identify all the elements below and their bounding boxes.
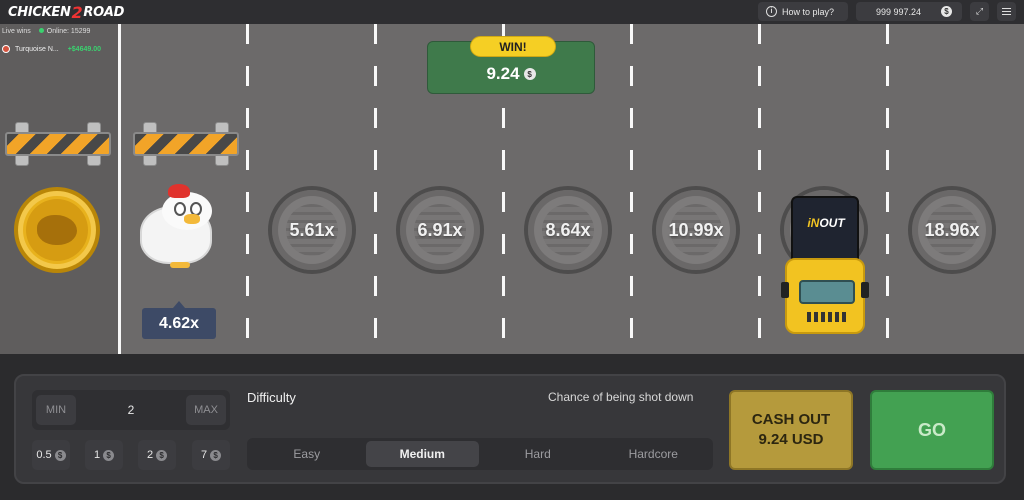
fullscreen-button[interactable]: ⤢ [970, 2, 989, 21]
max-bet-button[interactable]: MAX [186, 395, 226, 425]
difficulty-hardcore[interactable]: Hardcore [597, 441, 711, 467]
difficulty-easy[interactable]: Easy [250, 441, 364, 467]
win-banner: WIN! 9.24 $ [427, 36, 595, 94]
lane-divider [630, 24, 633, 354]
dollar-coin-icon: $ [156, 449, 168, 461]
how-to-play-button[interactable]: i How to play? [758, 2, 848, 21]
barrier-icon [5, 122, 111, 166]
truck-icon: iNOUT [781, 196, 869, 338]
game-root: CHICKEN 2 ROAD i How to play? 999 997.24 $… [0, 0, 1024, 500]
lane-multiplier[interactable]: 10.99x [652, 186, 740, 274]
lane-divider [246, 24, 249, 354]
lane-divider [758, 24, 761, 354]
quick-bet-button[interactable]: 1 $ [85, 440, 123, 470]
win-amount: 9.24 $ [486, 64, 536, 84]
lane-multiplier[interactable]: 6.91x [396, 186, 484, 274]
fullscreen-icon: ⤢ [975, 6, 984, 16]
online-count: Online: 15299 [46, 28, 91, 35]
menu-button[interactable] [997, 2, 1016, 21]
online-dot-icon [38, 28, 44, 33]
live-wins-label: Live wins [2, 28, 31, 35]
top-bar: CHICKEN 2 ROAD i How to play? 999 997.24 $… [0, 0, 1024, 24]
win-label: WIN! [470, 36, 556, 57]
difficulty-hard[interactable]: Hard [481, 441, 595, 467]
balance-display: 999 997.24 $ [856, 2, 962, 21]
lane-divider [118, 24, 121, 354]
quick-bet-button[interactable]: 0.5 $ [32, 440, 70, 470]
dollar-coin-icon: $ [103, 449, 115, 461]
quick-bet-button[interactable]: 7 $ [192, 440, 230, 470]
chance-label: Chance of being shot down [548, 390, 694, 404]
menu-icon [1002, 8, 1011, 15]
quick-bet-button[interactable]: 2 $ [138, 440, 176, 470]
info-icon: i [766, 6, 777, 17]
live-win-entry: Turquoise N... +$4649.00 [2, 45, 101, 53]
difficulty-selector: Easy Medium Hard Hardcore [247, 438, 713, 470]
lane-multiplier[interactable]: 5.61x [268, 186, 356, 274]
control-panel: MIN 2 MAX 0.5 $ 1 $ 2 $ 7 $ Difficulty Chanc… [14, 374, 1006, 484]
lane-multiplier[interactable]: 8.64x [524, 186, 612, 274]
go-button[interactable]: GO [870, 390, 994, 470]
dollar-coin-icon: $ [523, 68, 536, 80]
chicken-icon [140, 184, 220, 268]
current-multiplier: 4.62x [142, 301, 216, 339]
lane-divider [886, 24, 889, 354]
avatar [2, 45, 10, 53]
game-logo: CHICKEN 2 ROAD [8, 2, 125, 22]
cash-out-button[interactable]: CASH OUT 9.24 USD [729, 390, 853, 470]
difficulty-medium[interactable]: Medium [365, 441, 479, 467]
dollar-coin-icon: $ [210, 449, 222, 461]
lane-multiplier[interactable]: 18.96x [908, 186, 996, 274]
winner-amount: +$4649.00 [67, 45, 101, 53]
difficulty-label: Difficulty [247, 390, 296, 405]
header-actions: i How to play? 999 997.24 $ ⤢ [758, 2, 1016, 21]
barrier-icon [133, 122, 239, 166]
live-stats: Live wins Online: 15299 [2, 28, 90, 35]
stake-input: MIN 2 MAX [32, 390, 230, 430]
dollar-coin-icon: $ [54, 449, 66, 461]
dollar-coin-icon: $ [941, 6, 952, 17]
balance-value: 999 997.24 [876, 6, 922, 17]
lane-divider [374, 24, 377, 354]
stake-value[interactable]: 2 [128, 403, 135, 417]
winner-name: Turquoise N... [15, 45, 59, 53]
min-bet-button[interactable]: MIN [36, 395, 76, 425]
truck-logo: iNOUT [807, 216, 845, 230]
chicken-coin-icon [14, 187, 100, 273]
road-area: Live wins Online: 15299 Turquoise N... +… [0, 24, 1024, 354]
